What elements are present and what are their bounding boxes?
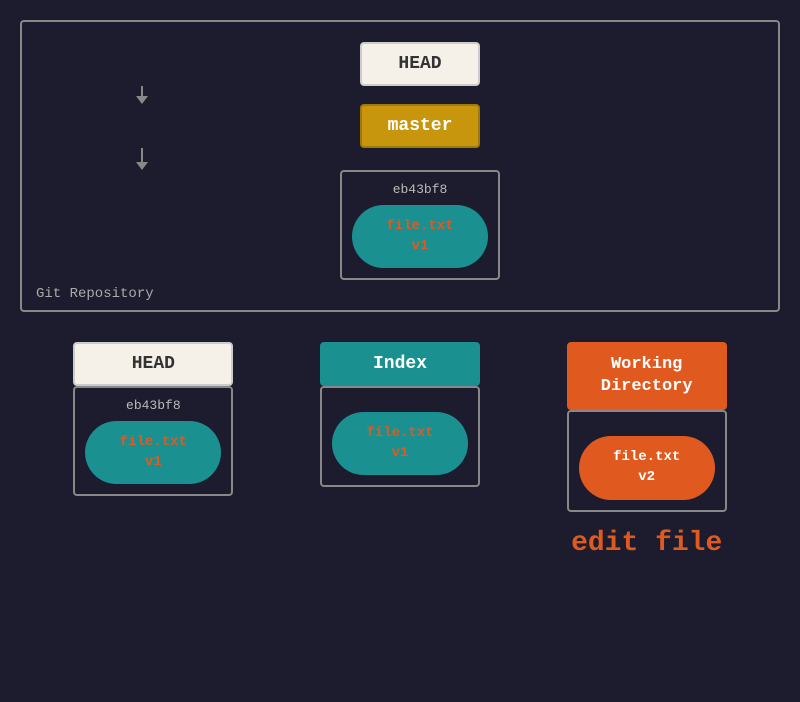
main-container: HEAD master eb43bf8 file.txt v1 bbox=[0, 0, 800, 702]
bottom-section: HEAD eb43bf8 file.txt v1 Index file.txt … bbox=[20, 342, 780, 558]
head-box-top: HEAD bbox=[360, 42, 480, 86]
top-inner: HEAD master eb43bf8 file.txt v1 bbox=[42, 42, 758, 280]
bottom-index-commit-box: file.txt v1 bbox=[320, 386, 480, 487]
index-spacer bbox=[332, 398, 468, 412]
master-label: master bbox=[388, 116, 453, 136]
git-repo-section: HEAD master eb43bf8 file.txt v1 bbox=[20, 20, 780, 312]
bottom-head-label: HEAD bbox=[132, 354, 175, 374]
head-label-top: HEAD bbox=[398, 54, 441, 74]
bottom-head-commit-box: eb43bf8 file.txt v1 bbox=[73, 386, 233, 496]
bottom-head-blob: file.txt v1 bbox=[85, 421, 221, 484]
bottom-head-header: HEAD bbox=[73, 342, 233, 386]
arrow-1 bbox=[136, 96, 148, 104]
master-box: master bbox=[360, 104, 480, 148]
bottom-workdir-file-line1: file.txt bbox=[613, 449, 680, 465]
bottom-workdir-header: Working Directory bbox=[567, 342, 727, 410]
bottom-index-header: Index bbox=[320, 342, 480, 386]
commit-box-top: eb43bf8 file.txt v1 bbox=[340, 170, 500, 280]
file-blob-line2-top: v1 bbox=[412, 238, 429, 254]
bottom-col-workdir: Working Directory file.txt v2 edit file bbox=[523, 342, 770, 558]
bottom-head-file-line1: file.txt bbox=[120, 434, 187, 450]
bottom-index-file-line1: file.txt bbox=[366, 425, 433, 441]
bottom-index-blob: file.txt v1 bbox=[332, 412, 468, 475]
arrow-2 bbox=[136, 162, 148, 170]
head-master-connector bbox=[82, 86, 202, 104]
workdir-spacer bbox=[579, 422, 715, 436]
bottom-workdir-file-line2: v2 bbox=[638, 469, 655, 485]
commit-hash-top: eb43bf8 bbox=[352, 182, 488, 197]
bottom-index-label: Index bbox=[373, 354, 427, 374]
bottom-head-hash: eb43bf8 bbox=[85, 398, 221, 413]
connector-line-2 bbox=[141, 148, 143, 162]
file-blob-line1-top: file.txt bbox=[386, 218, 453, 234]
git-repo-label: Git Repository bbox=[36, 286, 154, 302]
bottom-col-index: Index file.txt v1 bbox=[277, 342, 524, 487]
edit-file-label: edit file bbox=[571, 528, 722, 559]
bottom-workdir-line1: Working bbox=[611, 355, 682, 374]
bottom-index-file-line2: v1 bbox=[392, 445, 409, 461]
bottom-workdir-blob: file.txt v2 bbox=[579, 436, 715, 499]
bottom-workdir-line2: Directory bbox=[601, 377, 693, 396]
bottom-workdir-commit-box: file.txt v2 bbox=[567, 410, 727, 511]
file-blob-top: file.txt v1 bbox=[352, 205, 488, 268]
bottom-col-head: HEAD eb43bf8 file.txt v1 bbox=[30, 342, 277, 496]
connector-line-1 bbox=[141, 86, 143, 96]
master-commit-connector bbox=[82, 148, 202, 170]
bottom-head-file-line2: v1 bbox=[145, 454, 162, 470]
